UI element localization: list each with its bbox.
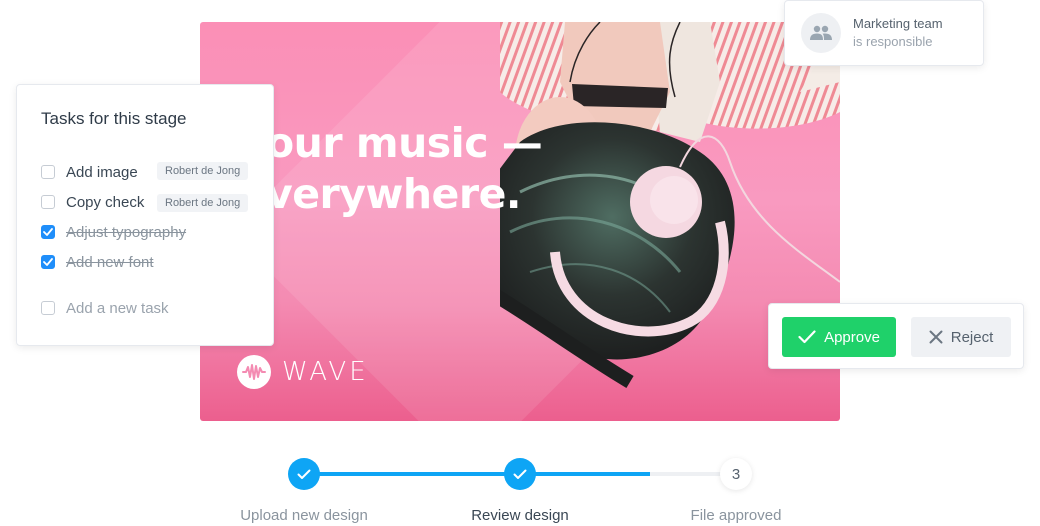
close-icon (929, 330, 943, 344)
tasks-panel-title: Tasks for this stage (41, 109, 187, 128)
add-new-task-row[interactable]: Add a new task (41, 296, 169, 320)
task-label: Add new font (66, 253, 154, 271)
headline-line-1: our music — (266, 119, 543, 167)
brand-name: WAVE (282, 357, 369, 387)
step-3-approved[interactable]: 3 (720, 458, 752, 490)
approve-label: Approve (824, 328, 880, 346)
check-icon (297, 469, 311, 479)
step-1-upload[interactable] (288, 458, 320, 490)
assignee-badge: Robert de Jong (157, 162, 249, 180)
checkmark-icon (43, 258, 53, 266)
step-label: Upload new design (240, 507, 368, 524)
brand-logo: WAVE (237, 355, 369, 389)
team-icon (801, 13, 841, 53)
new-task-checkbox (41, 301, 55, 315)
reject-label: Reject (950, 328, 994, 346)
add-new-task-input[interactable]: Add a new task (66, 300, 169, 317)
step-label: File approved (690, 507, 782, 524)
approve-button[interactable]: Approve (782, 317, 896, 357)
step-label-current: Review design (471, 507, 569, 524)
task-label: Copy check (66, 193, 145, 211)
responsible-team-card: Marketing team is responsible (784, 0, 984, 66)
check-icon (798, 330, 816, 344)
task-checkbox[interactable] (41, 225, 55, 239)
task-item[interactable]: Add new font (41, 250, 154, 274)
task-label: Adjust typography (66, 223, 187, 241)
task-checkbox[interactable] (41, 165, 55, 179)
step-number: 3 (731, 465, 741, 483)
assignee-badge: Robert de Jong (157, 194, 249, 212)
review-actions-card: Approve Reject (768, 303, 1024, 369)
reject-button[interactable]: Reject (911, 317, 1011, 357)
responsibility-label: is responsible (853, 34, 933, 49)
design-preview-image: our music — verywhere. WAVE (200, 22, 840, 421)
headline-line-2: verywhere. (266, 170, 521, 218)
task-item[interactable]: Copy check Robert de Jong (41, 190, 249, 214)
ad-headline: our music — verywhere. (266, 118, 543, 220)
step-2-review[interactable] (504, 458, 536, 490)
check-icon (513, 469, 527, 479)
progress-fill (304, 472, 650, 476)
task-label: Add image (66, 163, 138, 181)
checkmark-icon (43, 228, 53, 236)
team-name: Marketing team (853, 16, 943, 31)
task-item[interactable]: Add image Robert de Jong (41, 160, 249, 184)
task-checkbox[interactable] (41, 195, 55, 209)
tasks-panel: Tasks for this stage Add image Robert de… (16, 84, 274, 346)
task-item[interactable]: Adjust typography (41, 220, 186, 244)
waveform-icon (237, 355, 271, 389)
task-checkbox[interactable] (41, 255, 55, 269)
